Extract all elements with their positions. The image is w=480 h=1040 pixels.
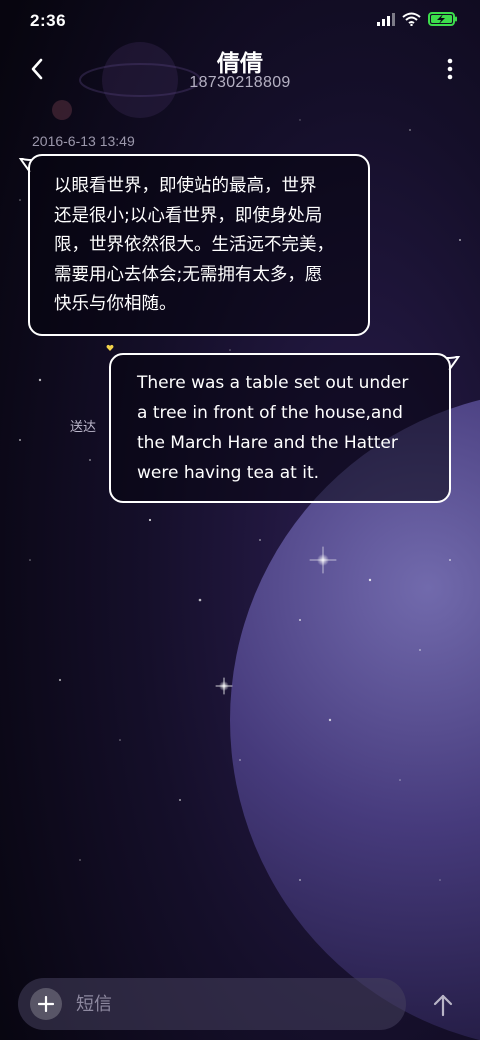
incoming-message-bubble[interactable]: 以眼看世界，即使站的最高，世界 还是很小;以心看世界，即使身处局 限，世界依然很… — [28, 154, 370, 336]
message-timestamp: 2016-6-13 13:49 — [32, 133, 135, 149]
contact-name: 倩倩 — [217, 51, 263, 77]
contact-number: 18730218809 — [189, 74, 291, 91]
message-line: 以眼看世界，即使站的最高，世界 — [54, 176, 317, 196]
send-arrow-icon — [433, 994, 453, 1017]
bubble-heart-icon — [106, 344, 114, 351]
message-line: 需要用心去体会;无需拥有太多，愿 — [54, 264, 323, 285]
message-line: a tree in front of the house,and — [137, 403, 403, 423]
plus-icon — [38, 996, 54, 1012]
send-button[interactable] — [426, 986, 460, 1024]
status-icons — [377, 12, 458, 26]
message-line: the March Hare and the Hatter — [137, 433, 398, 453]
sms-input[interactable] — [76, 978, 386, 1030]
message-line: There was a table set out under — [137, 373, 409, 393]
signal-icon — [377, 12, 395, 26]
battery-charging-icon — [428, 12, 457, 26]
more-vertical-icon — [447, 58, 453, 80]
message-composer — [18, 978, 406, 1030]
more-options-button[interactable] — [440, 54, 460, 84]
message-line: were having tea at it. — [137, 463, 320, 483]
status-bar: 2:36 — [0, 0, 480, 40]
message-line: 还是很小;以心看世界，即使身处局 — [54, 205, 323, 226]
delivery-status: 送达 — [70, 420, 97, 435]
add-attachment-button[interactable] — [30, 988, 62, 1020]
message-line: 快乐与你相随。 — [54, 294, 177, 314]
wifi-icon — [402, 12, 421, 26]
status-time: 2:36 — [30, 11, 67, 30]
outgoing-message-bubble[interactable]: There was a table set out under a tree i… — [109, 353, 451, 503]
message-line: 限，世界依然很大。生活远不完美， — [54, 235, 334, 255]
conversation-header: 倩倩 18730218809 — [0, 40, 480, 100]
